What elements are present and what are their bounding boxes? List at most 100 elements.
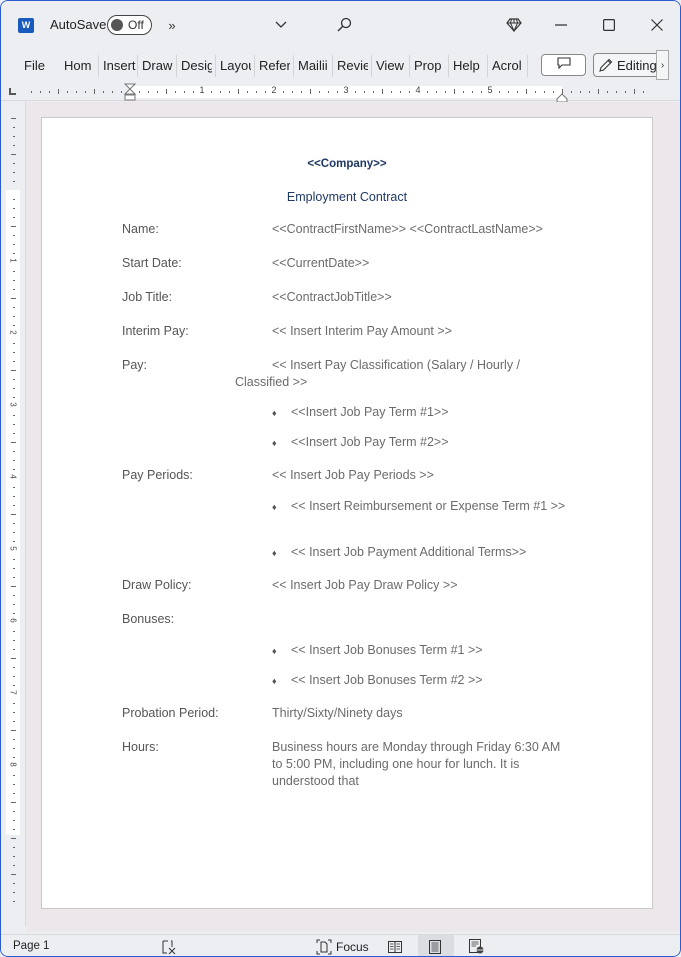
close-icon[interactable]: [645, 13, 669, 37]
pay-value-line1: << Insert Pay Classification (Salary / H…: [272, 358, 521, 372]
ruler-tick: [616, 91, 617, 93]
ruler-tick: [11, 586, 16, 587]
ruler-tick: [634, 89, 635, 94]
tab-mailings[interactable]: Mailii: [298, 57, 329, 75]
tab-file[interactable]: File: [24, 57, 48, 75]
ruler-tick: [13, 496, 15, 497]
job-title-value: <<ContractJobTitle>>: [272, 290, 392, 304]
tab-view[interactable]: View: [376, 57, 406, 75]
ruler-tick: [11, 298, 16, 299]
ruler-tick: [13, 379, 15, 380]
tab-properties[interactable]: Prop: [414, 57, 445, 75]
ruler-tick: [13, 388, 15, 389]
document-title: Employment Contract: [286, 190, 408, 204]
ruler-number: 8: [8, 762, 18, 767]
ruler-number: 2: [8, 330, 18, 335]
ruler-tick: [364, 91, 365, 93]
read-mode-icon[interactable]: [388, 938, 402, 955]
tab-acrobat[interactable]: Acrol: [492, 57, 523, 75]
ruler-tick: [13, 217, 15, 218]
ruler-tick: [13, 901, 15, 902]
ruler-number: 3: [8, 402, 18, 407]
bonus-term-1: << Insert Job Bonuses Term #1 >>: [291, 643, 483, 657]
ruler-number: 2: [271, 85, 277, 95]
ruler-tick: [13, 271, 15, 272]
ruler-tick: [13, 784, 15, 785]
ruler-tick: [13, 613, 15, 614]
autosave-toggle[interactable]: Off: [107, 15, 152, 35]
tab-review[interactable]: Revie: [337, 57, 368, 75]
ruler-tick: [13, 820, 15, 821]
horizontal-ruler[interactable]: 1 2 3 4 5: [1, 83, 680, 103]
ruler-tick: [13, 712, 15, 713]
ruler-tick: [580, 91, 581, 93]
left-indent-marker[interactable]: [123, 83, 137, 101]
bullet-icon: ♦: [272, 502, 277, 512]
document-page[interactable]: <<Company>> Employment Contract Name: <<…: [41, 117, 653, 909]
ruler-tick: [13, 568, 15, 569]
ruler-tick: [13, 172, 15, 173]
more-commands-icon[interactable]: »: [160, 13, 184, 37]
ruler-tick: [13, 739, 15, 740]
ruler-tick: [643, 91, 644, 93]
document-canvas[interactable]: <<Company>> Employment Contract Name: <<…: [26, 102, 680, 932]
page-indicator[interactable]: Page 1: [13, 940, 49, 952]
tab-insert[interactable]: Insert: [103, 57, 136, 75]
tab-draw[interactable]: Draw: [142, 57, 174, 75]
ruler-tick: [382, 89, 383, 94]
ruler-tick: [13, 649, 15, 650]
premium-diamond-icon[interactable]: [502, 13, 526, 37]
vertical-ruler[interactable]: 1 2 3 4 5 6 7 8: [6, 108, 20, 908]
ruler-tick: [13, 577, 15, 578]
ruler-tick: [13, 316, 15, 317]
right-indent-marker[interactable]: [556, 90, 568, 103]
ruler-tick: [13, 244, 15, 245]
ruler-tick: [319, 91, 320, 93]
ruler-tick: [13, 325, 15, 326]
tab-layout[interactable]: Layou: [220, 57, 251, 75]
ruler-tick: [13, 604, 15, 605]
search-icon[interactable]: [332, 13, 356, 37]
ribbon-more-button[interactable]: ›: [656, 50, 669, 80]
name-label: Name:: [122, 222, 159, 236]
tab-home[interactable]: Hom: [64, 57, 95, 75]
ruler-tick: [571, 91, 572, 93]
minimize-icon[interactable]: [549, 13, 573, 37]
ruler-tick: [13, 811, 15, 812]
ruler-tick: [11, 802, 16, 803]
period-term-2: << Insert Job Payment Additional Terms>>: [291, 545, 527, 559]
print-layout-icon[interactable]: [429, 938, 441, 955]
ruler-tick: [13, 523, 15, 524]
ruler-tick: [11, 154, 16, 155]
tab-help[interactable]: Help: [453, 57, 484, 75]
toggle-knob: [111, 19, 123, 31]
ruler-tick: [553, 91, 554, 93]
tab-separator: [371, 55, 372, 77]
comments-button[interactable]: [541, 54, 586, 76]
ruler-tick: [598, 89, 599, 94]
ruler-number: 1: [8, 258, 18, 263]
ruler-tick: [13, 847, 15, 848]
ruler-tick: [13, 145, 15, 146]
maximize-icon[interactable]: [597, 13, 621, 37]
tab-design[interactable]: Desig: [181, 57, 212, 75]
ruler-number: 6: [8, 618, 18, 623]
tab-separator: [409, 55, 410, 77]
tab-separator: [332, 55, 333, 77]
ruler-tick: [13, 415, 15, 416]
editing-label: Editing: [617, 57, 657, 73]
ruler-tick: [472, 91, 473, 93]
ruler-tick: [481, 91, 482, 93]
focus-icon: [316, 939, 332, 954]
accessibility-check-icon[interactable]: [161, 938, 177, 955]
tab-references[interactable]: Refer: [259, 57, 290, 75]
bullet-icon: ♦: [272, 408, 277, 418]
ruler-tick: [13, 829, 15, 830]
customize-dropdown-icon[interactable]: [269, 13, 293, 37]
ruler-tick: [13, 676, 15, 677]
focus-mode-button[interactable]: Focus: [316, 938, 369, 955]
ruler-tick: [13, 559, 15, 560]
ruler-number: 4: [8, 474, 18, 479]
web-layout-icon[interactable]: [469, 938, 484, 955]
bullet-icon: ♦: [272, 676, 277, 686]
